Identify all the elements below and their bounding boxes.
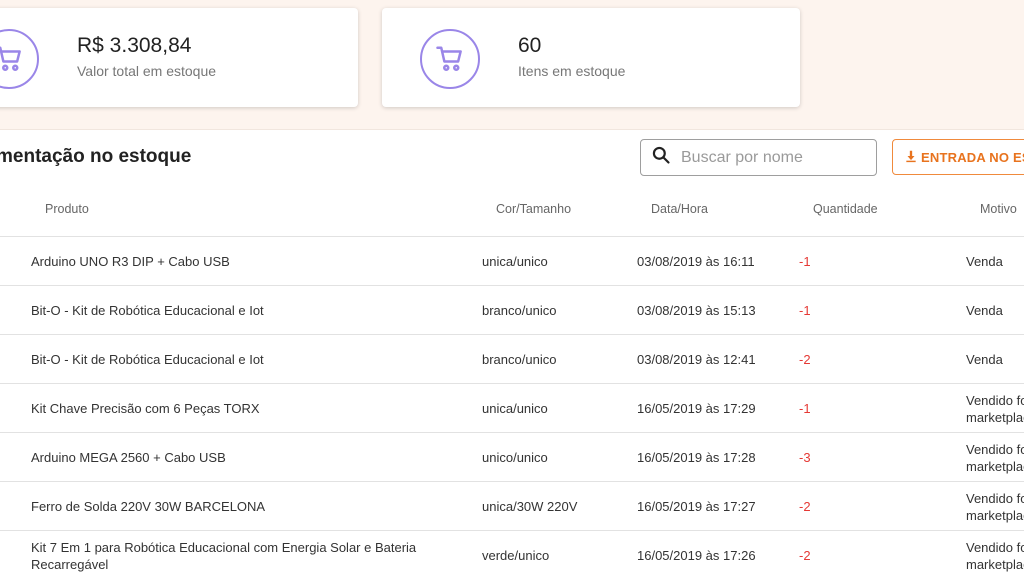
cell-data-hora: 16/05/2019 às 17:28 (637, 450, 756, 465)
cell-produto: Kit 7 Em 1 para Robótica Educacional com… (31, 539, 416, 573)
download-icon (904, 149, 918, 166)
cell-quantidade: -1 (799, 401, 811, 416)
cell-produto: Ferro de Solda 220V 30W BARCELONA (31, 499, 266, 514)
column-header-cor-tamanho[interactable]: Cor/Tamanho (496, 202, 571, 216)
stock-entry-label: ENTRADA NO ES (921, 149, 1024, 165)
cell-cor-tamanho: verde/unico (482, 548, 550, 563)
table-row[interactable]: Bit-O - Kit de Robótica Educacional e Io… (0, 335, 1024, 384)
search-icon (651, 145, 671, 170)
column-header-quantidade[interactable]: Quantidade (813, 202, 878, 216)
search-field[interactable] (640, 139, 877, 176)
cell-produto: Arduino UNO R3 DIP + Cabo USB (31, 254, 230, 269)
cell-produto-line1: Kit 7 Em 1 para Robótica Educacional com… (31, 540, 417, 555)
stock-value-card: R$ 3.308,84 Valor total em estoque (0, 8, 358, 107)
column-header-motivo[interactable]: Motivo (980, 202, 1017, 216)
cell-data-hora: 03/08/2019 às 15:13 (637, 303, 756, 318)
cell-cor-tamanho: unico/unico (482, 450, 548, 465)
cell-motivo: Vendido fo marketplac (966, 441, 1024, 475)
cell-motivo: Venda (966, 254, 1003, 269)
cell-motivo-line1: Vendido fo (966, 491, 1024, 506)
cell-data-hora: 03/08/2019 às 16:11 (637, 254, 755, 269)
cell-motivo: Vendido fo marketplac (966, 392, 1024, 426)
cell-motivo-line2: marketplac (966, 459, 1024, 474)
cell-produto: Kit Chave Precisão com 6 Peças TORX (31, 401, 260, 416)
cell-motivo-line1: Vendido fo (966, 393, 1024, 408)
search-input[interactable] (681, 148, 861, 167)
table-row[interactable]: Bit-O - Kit de Robótica Educacional e Io… (0, 286, 1024, 335)
cell-cor-tamanho: unica/unico (482, 401, 548, 416)
column-header-data-hora[interactable]: Data/Hora (651, 202, 708, 216)
cell-quantidade: -1 (799, 254, 811, 269)
cell-quantidade: -2 (799, 352, 811, 367)
cell-motivo-line2: marketplac (966, 557, 1024, 572)
cell-data-hora: 16/05/2019 às 17:29 (637, 401, 756, 416)
cell-produto: Bit-O - Kit de Robótica Educacional e Io… (31, 303, 264, 318)
stock-movements-table: Produto Cor/Tamanho Data/Hora Quantidade… (0, 184, 1024, 576)
cell-produto: Arduino MEGA 2560 + Cabo USB (31, 450, 226, 465)
section-title: mentação no estoque (0, 146, 192, 167)
stock-value: R$ 3.308,84 (77, 34, 192, 57)
cell-cor-tamanho: unica/unico (482, 254, 548, 269)
cell-cor-tamanho: branco/unico (482, 303, 557, 318)
stock-entry-button[interactable]: ENTRADA NO ES (892, 139, 1024, 175)
cell-motivo-line2: marketplac (966, 410, 1024, 425)
cell-quantidade: -2 (799, 548, 811, 563)
table-row[interactable]: Kit Chave Precisão com 6 Peças TORX unic… (0, 384, 1024, 433)
cell-motivo-line2: marketplac (966, 508, 1024, 523)
cell-data-hora: 16/05/2019 às 17:26 (637, 548, 756, 563)
table-row[interactable]: Kit 7 Em 1 para Robótica Educacional com… (0, 531, 1024, 576)
cell-data-hora: 16/05/2019 às 17:27 (637, 499, 756, 514)
cell-cor-tamanho: unica/30W 220V (482, 499, 578, 514)
cell-quantidade: -2 (799, 499, 811, 514)
cell-data-hora: 03/08/2019 às 12:41 (637, 352, 756, 367)
table-header: Produto Cor/Tamanho Data/Hora Quantidade… (0, 184, 1024, 237)
cell-produto: Bit-O - Kit de Robótica Educacional e Io… (31, 352, 264, 367)
cell-quantidade: -1 (799, 303, 811, 318)
cell-cor-tamanho: branco/unico (482, 352, 557, 367)
shopping-cart-icon (0, 29, 39, 89)
cell-motivo: Vendido fo marketplac (966, 539, 1024, 573)
stock-items-count: 60 (518, 34, 542, 57)
summary-band: R$ 3.308,84 Valor total em estoque 60 It… (0, 0, 1024, 130)
cell-motivo: Vendido fo marketplac (966, 490, 1024, 524)
shopping-cart-icon (420, 29, 480, 89)
stock-value-label: Valor total em estoque (77, 63, 217, 79)
stock-items-card: 60 Itens em estoque (382, 8, 800, 107)
table-row[interactable]: Ferro de Solda 220V 30W BARCELONA unica/… (0, 482, 1024, 531)
cell-motivo-line1: Vendido fo (966, 442, 1024, 457)
cell-motivo: Venda (966, 303, 1003, 318)
stock-items-label: Itens em estoque (518, 63, 626, 79)
cell-motivo-line1: Vendido fo (966, 540, 1024, 555)
cell-produto-line2: Recarregável (31, 557, 109, 572)
cell-motivo: Venda (966, 352, 1003, 367)
column-header-produto[interactable]: Produto (45, 202, 89, 216)
table-row[interactable]: Arduino MEGA 2560 + Cabo USB unico/unico… (0, 433, 1024, 482)
table-row[interactable]: Arduino UNO R3 DIP + Cabo USB unica/unic… (0, 237, 1024, 286)
cell-quantidade: -3 (799, 450, 811, 465)
